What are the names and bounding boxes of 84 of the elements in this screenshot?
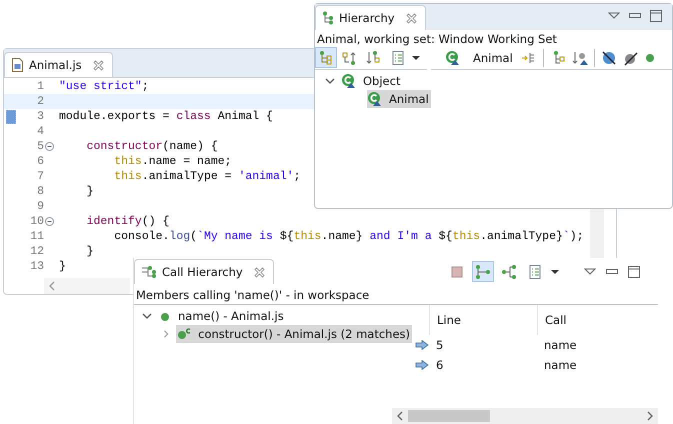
line-number: 6 bbox=[36, 155, 44, 168]
type-hierarchy-button[interactable] bbox=[315, 47, 337, 68]
chevron-icon[interactable] bbox=[325, 77, 335, 85]
hide-static-icon[interactable] bbox=[622, 50, 639, 66]
file-icon bbox=[11, 58, 24, 72]
line-number: 3 bbox=[36, 110, 44, 123]
code-line: } bbox=[59, 260, 66, 273]
supertype-icon bbox=[342, 50, 358, 66]
table-cell-text: name bbox=[543, 358, 577, 372]
class-icon bbox=[445, 50, 461, 66]
editor-tab[interactable]: Animal.js bbox=[4, 52, 113, 77]
expand-icon[interactable] bbox=[162, 329, 170, 339]
minimize-icon[interactable] bbox=[629, 13, 641, 19]
code-line: "use strict"; bbox=[59, 80, 149, 93]
view-menu-icon[interactable] bbox=[584, 268, 596, 276]
dropdown-icon[interactable] bbox=[550, 268, 560, 274]
arrow-icon bbox=[415, 340, 429, 350]
horizontal-scrollbar[interactable] bbox=[392, 408, 658, 424]
history-icon bbox=[527, 264, 543, 280]
callers-icon bbox=[475, 264, 491, 280]
scroll-right-icon[interactable] bbox=[646, 411, 654, 421]
table-cell-text: name bbox=[543, 338, 577, 352]
code-line: } bbox=[86, 185, 94, 198]
code-line: this.animalType = 'animal'; bbox=[113, 170, 301, 183]
code-line: } bbox=[86, 245, 94, 258]
tree-item[interactable]: Animal bbox=[367, 90, 431, 108]
minimize-icon[interactable] bbox=[606, 268, 618, 274]
hierarchy-tab[interactable]: Hierarchy bbox=[315, 5, 426, 30]
maximize-icon[interactable] bbox=[628, 266, 640, 278]
hierarchy-description: Animal, working set: Window Working Set bbox=[316, 31, 558, 47]
code-line: identify() { bbox=[86, 215, 170, 228]
tree-item[interactable]: Object bbox=[325, 72, 402, 90]
tree-icon bbox=[322, 11, 334, 25]
line-number: 7 bbox=[36, 170, 44, 183]
line-number: 2 bbox=[36, 95, 44, 108]
type-hierarchy-icon bbox=[318, 50, 334, 66]
chevron-icon[interactable] bbox=[142, 312, 152, 320]
code-line: constructor(name) { bbox=[86, 140, 218, 153]
history-icon bbox=[390, 50, 406, 66]
line-number: 12 bbox=[29, 245, 44, 258]
line-number: 13 bbox=[29, 260, 44, 273]
line-number: 9 bbox=[36, 200, 44, 213]
close-icon[interactable] bbox=[254, 266, 265, 278]
horizontal-scrollbar[interactable] bbox=[44, 278, 130, 294]
class-icon bbox=[341, 73, 357, 89]
tree-item[interactable]: constructor() - Animal.js (2 matches) bbox=[176, 325, 412, 343]
collapse-icon[interactable] bbox=[45, 217, 54, 226]
public-dot-icon[interactable] bbox=[644, 52, 655, 62]
line-number: 8 bbox=[36, 185, 44, 198]
code-line: module.exports = class Animal { bbox=[59, 110, 273, 123]
line-number: 4 bbox=[36, 125, 44, 138]
table-cell-text: 6 bbox=[435, 358, 444, 372]
scroll-left-icon[interactable] bbox=[396, 411, 404, 421]
subtype-icon bbox=[366, 50, 382, 66]
line-number: 5 bbox=[36, 140, 44, 153]
callees-icon bbox=[501, 264, 517, 280]
column-header[interactable]: Line bbox=[429, 305, 537, 335]
scroll-left-icon[interactable] bbox=[48, 281, 56, 291]
line-number: 1 bbox=[36, 80, 44, 93]
sort-icon[interactable] bbox=[572, 50, 588, 66]
class-icon bbox=[367, 91, 383, 107]
close-icon[interactable] bbox=[92, 60, 104, 70]
call-description: Members calling 'name()' - in workspace bbox=[134, 284, 658, 305]
code-line: console.log(`My name is ${this.name} and I'm a ${this.animalType}`); bbox=[113, 230, 584, 243]
call-tree-icon bbox=[141, 265, 157, 279]
dropdown-icon[interactable] bbox=[411, 54, 421, 60]
close-icon[interactable] bbox=[406, 12, 417, 24]
line-number: 10 bbox=[29, 215, 44, 228]
collapse-icon[interactable] bbox=[45, 142, 54, 151]
stop-icon bbox=[449, 264, 465, 280]
table-cell-text: 5 bbox=[435, 338, 444, 352]
hide-fields-icon[interactable] bbox=[600, 50, 617, 66]
focus-label: Animal bbox=[473, 50, 513, 64]
view-menu-icon[interactable] bbox=[608, 12, 620, 20]
column-header[interactable]: Call bbox=[537, 305, 658, 335]
focus-icon[interactable] bbox=[520, 50, 537, 64]
constructor-icon bbox=[176, 327, 192, 341]
maximize-icon[interactable] bbox=[650, 10, 662, 22]
callers-button[interactable] bbox=[472, 261, 494, 282]
arrow-icon bbox=[415, 360, 429, 370]
code-line: this.name = name; bbox=[113, 155, 232, 168]
tree-item[interactable]: name() - Animal.js bbox=[142, 307, 286, 325]
line-number: 11 bbox=[29, 230, 44, 243]
call-hierarchy-tab[interactable]: Call Hierarchy bbox=[134, 259, 274, 284]
